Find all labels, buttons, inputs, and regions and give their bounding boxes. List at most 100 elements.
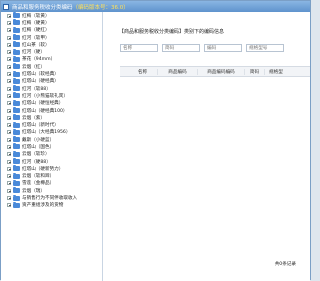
tree-item[interactable]: 红梅（软黄） bbox=[1, 12, 102, 19]
tree-item[interactable]: 云烟（软和蹄） bbox=[1, 172, 102, 180]
tree-item[interactable]: 云烟（红） bbox=[1, 63, 102, 70]
tree-item-label: 红塔山（新时代） bbox=[22, 123, 59, 129]
tree-item-label: 红塔山（大经典1956） bbox=[22, 130, 71, 136]
name-filter-input[interactable] bbox=[120, 44, 158, 52]
tree-item[interactable]: 红塔山（硬经典100） bbox=[1, 107, 102, 114]
tree-item[interactable]: 红梅（硬黄） bbox=[1, 19, 102, 26]
tree-item-label: 红河（硬88） bbox=[22, 159, 51, 165]
folder-icon bbox=[13, 150, 20, 157]
expand-toggle-icon[interactable] bbox=[7, 196, 11, 201]
tree-item[interactable]: 红河（小熊猫软礼宾） bbox=[1, 92, 102, 99]
expand-toggle-icon[interactable] bbox=[7, 137, 11, 142]
tree-item-label: 红塔山（硬经典） bbox=[22, 79, 59, 85]
folder-icon bbox=[13, 128, 20, 135]
folder-icon bbox=[13, 12, 20, 19]
expand-toggle-icon[interactable] bbox=[7, 42, 11, 47]
tree-item-label: 云烟（紫） bbox=[22, 115, 45, 121]
folder-icon bbox=[13, 114, 20, 121]
tree-item[interactable]: 红塔山（软经典） bbox=[1, 70, 102, 77]
tree-item[interactable]: 红塔山（硬经典） bbox=[1, 77, 102, 85]
tree-item[interactable]: 与销售行为不同伴收取收入 bbox=[1, 194, 102, 201]
expand-toggle-icon[interactable] bbox=[7, 13, 11, 18]
window-title-text: 商品和服务税收分类编码 bbox=[12, 4, 73, 11]
tree-item[interactable]: 红塔山（硬新势力） bbox=[1, 165, 102, 172]
column-header-name[interactable]: 名称 bbox=[128, 68, 158, 75]
expand-toggle-icon[interactable] bbox=[7, 203, 11, 208]
expand-toggle-icon[interactable] bbox=[7, 188, 11, 193]
folder-icon bbox=[13, 121, 20, 128]
tree-item[interactable]: 红河（软甲） bbox=[1, 34, 102, 41]
tree-item-label: 红塔山（硬经典100） bbox=[22, 108, 68, 114]
category-tree[interactable]: 红梅（软黄） 红梅（硬黄） 红梅（硬红） 红河（软甲） 红山茶（软） 红河（硬） 茶花（94… bbox=[1, 12, 103, 281]
tree-item[interactable]: 红塔山（新时代） bbox=[1, 121, 102, 128]
expand-toggle-icon[interactable] bbox=[7, 174, 11, 179]
shortcode-filter-input[interactable] bbox=[162, 44, 200, 52]
expand-toggle-icon[interactable] bbox=[7, 130, 11, 135]
model-filter-input[interactable] bbox=[246, 44, 284, 52]
tree-item[interactable]: 红河（软88） bbox=[1, 85, 102, 92]
tree-item[interactable]: 红河（硬88） bbox=[1, 158, 102, 165]
tree-item-label: 云烟（瑞） bbox=[22, 188, 45, 194]
expand-toggle-icon[interactable] bbox=[7, 50, 11, 55]
folder-icon bbox=[13, 194, 20, 201]
folder-icon bbox=[13, 19, 20, 26]
tree-item-label: 红河（小熊猫软礼宾） bbox=[22, 93, 68, 99]
column-header-product-code[interactable]: 商品编码 bbox=[158, 68, 198, 75]
tree-item[interactable]: 红塔山（国色） bbox=[1, 143, 102, 150]
tree-item[interactable]: 云烟（紫） bbox=[1, 114, 102, 121]
breadcrumb: 【商品和服务税收分类编码】类别下的编码信息 bbox=[119, 28, 224, 35]
tree-item-label: 红塔山（国色） bbox=[22, 144, 55, 150]
expand-toggle-icon[interactable] bbox=[7, 101, 11, 106]
expand-toggle-icon[interactable] bbox=[7, 57, 11, 62]
expand-toggle-icon[interactable] bbox=[7, 64, 11, 69]
column-header-code-number[interactable]: 商品编码编码 bbox=[198, 68, 245, 75]
tree-item-label: 红梅（硬黄） bbox=[22, 20, 50, 26]
tree-item[interactable]: 云烟（瑞） bbox=[1, 187, 102, 194]
folder-icon bbox=[13, 143, 20, 150]
expand-toggle-icon[interactable] bbox=[7, 144, 11, 149]
tree-item[interactable]: 红梅（硬红） bbox=[1, 26, 102, 34]
tree-item[interactable]: 红河（硬） bbox=[1, 48, 102, 55]
folder-icon bbox=[13, 26, 20, 33]
tree-item[interactable]: 红塔山（硬恒经典） bbox=[1, 99, 102, 107]
folder-icon bbox=[13, 179, 20, 186]
expand-toggle-icon[interactable] bbox=[7, 159, 11, 164]
folder-icon bbox=[13, 172, 20, 179]
expand-toggle-icon[interactable] bbox=[7, 93, 11, 98]
folder-icon bbox=[13, 187, 20, 194]
tree-item-label: 戴斯（小硬蓝） bbox=[22, 137, 55, 143]
expand-toggle-icon[interactable] bbox=[7, 72, 11, 77]
expand-toggle-icon[interactable] bbox=[7, 115, 11, 120]
expand-toggle-icon[interactable] bbox=[7, 28, 11, 33]
folder-icon bbox=[13, 201, 20, 208]
expand-toggle-icon[interactable] bbox=[7, 166, 11, 171]
record-count: 共0条记录 bbox=[274, 262, 296, 267]
tree-item[interactable]: 红塔山（大经典1956） bbox=[1, 128, 102, 136]
expand-toggle-icon[interactable] bbox=[7, 152, 11, 157]
version-hint: （编码版本号：36.0） bbox=[72, 4, 129, 11]
filter-bar bbox=[120, 44, 284, 52]
table-body bbox=[120, 75, 310, 265]
tree-item[interactable]: 资产重组涉及的货物 bbox=[1, 201, 102, 209]
expand-toggle-icon[interactable] bbox=[7, 79, 11, 84]
tree-item[interactable]: 红山茶（软） bbox=[1, 41, 102, 48]
expand-toggle-icon[interactable] bbox=[7, 20, 11, 25]
breadcrumb-category: 【商品和服务税收分类编码】 bbox=[119, 29, 185, 35]
folder-icon bbox=[13, 34, 20, 41]
expand-toggle-icon[interactable] bbox=[7, 35, 11, 40]
tree-item[interactable]: 戴斯（小硬蓝） bbox=[1, 136, 102, 143]
column-header-shortcode[interactable]: 简码 bbox=[245, 68, 265, 75]
tree-item-label: 红塔山（硬新势力） bbox=[22, 166, 64, 172]
folder-icon bbox=[13, 107, 20, 113]
expand-toggle-icon[interactable] bbox=[7, 86, 11, 91]
tree-item[interactable]: 雪莲（金樽品） bbox=[1, 179, 102, 187]
column-header-model[interactable]: 规格型 bbox=[265, 69, 310, 75]
tree-item-label: 红梅（硬红） bbox=[22, 28, 50, 34]
tree-item-label: 红河（硬） bbox=[22, 50, 45, 56]
expand-toggle-icon[interactable] bbox=[7, 123, 11, 128]
code-filter-input[interactable] bbox=[204, 44, 242, 52]
expand-toggle-icon[interactable] bbox=[7, 181, 11, 186]
tree-item[interactable]: 云烟（软珍） bbox=[1, 150, 102, 158]
tree-item[interactable]: 茶花（94mm） bbox=[1, 55, 102, 63]
expand-toggle-icon[interactable] bbox=[7, 108, 11, 113]
